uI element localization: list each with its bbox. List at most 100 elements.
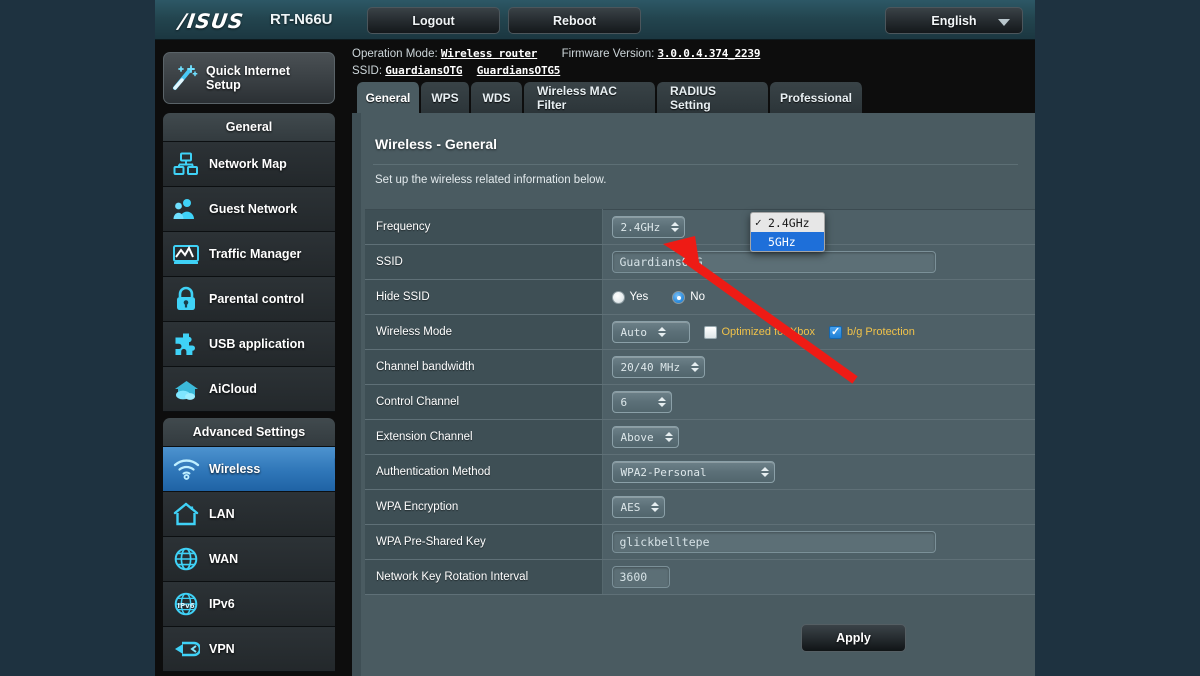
home-icon xyxy=(163,502,209,526)
table-row-authentication-method: Authentication Method WPA2-Personal xyxy=(365,455,1035,490)
lock-icon xyxy=(163,286,209,312)
tab-professional[interactable]: Professional xyxy=(770,82,863,113)
sidebar-item-label: Parental control xyxy=(209,292,304,306)
table-row-wpa-encryption: WPA Encryption AES xyxy=(365,490,1035,525)
table-row-ssid: SSID GuardiansOTG xyxy=(365,245,1035,280)
stepper-arrows-icon xyxy=(657,397,667,407)
reboot-button[interactable]: Reboot xyxy=(508,7,641,34)
frequency-option-2-4ghz[interactable]: ✓ 2.4GHz xyxy=(751,213,824,232)
apply-button[interactable]: Apply xyxy=(801,624,906,652)
table-row-channel-bandwidth: Channel bandwidth 20/40 MHz xyxy=(365,350,1035,385)
control-channel-select-value: 6 xyxy=(621,396,628,409)
asus-logo: /ISUS xyxy=(177,9,245,33)
operation-mode-value[interactable]: Wireless router xyxy=(441,47,537,60)
ipv6-globe-icon: IPv6 xyxy=(163,592,209,616)
svg-text:IPv6: IPv6 xyxy=(177,602,194,610)
firmware-value[interactable]: 3.0.0.4.374_2239 xyxy=(658,47,761,60)
sidebar-item-label: Wireless xyxy=(209,462,260,476)
table-row-extension-channel: Extension Channel Above xyxy=(365,420,1035,455)
extension-channel-select[interactable]: Above xyxy=(612,426,679,448)
sidebar-item-wan[interactable]: WAN xyxy=(163,537,335,582)
ssid-value-5ghz[interactable]: GuardiansOTG5 xyxy=(477,64,561,77)
extension-channel-label: Extension Channel xyxy=(365,420,602,455)
tab-bar: General WPS WDS Wireless MAC Filter RADI… xyxy=(352,80,1035,113)
optimized-for-xbox-checkbox[interactable] xyxy=(704,326,717,339)
wpa-encryption-select[interactable]: AES xyxy=(612,496,666,518)
control-channel-label: Control Channel xyxy=(365,385,602,420)
sidebar-item-parental-control[interactable]: Parental control xyxy=(163,277,335,322)
ssid-line: SSID: GuardiansOTG GuardiansOTG5 xyxy=(352,64,560,77)
channel-bandwidth-value-cell: 20/40 MHz xyxy=(602,350,1035,385)
tab-wds[interactable]: WDS xyxy=(471,82,523,113)
magic-wand-icon xyxy=(164,63,206,93)
frequency-select[interactable]: 2.4GHz xyxy=(612,216,686,238)
wpa-pre-shared-key-label: WPA Pre-Shared Key xyxy=(365,525,602,560)
hide-ssid-radio-no[interactable] xyxy=(672,291,685,304)
table-row-frequency: Frequency 2.4GHz xyxy=(365,210,1035,245)
sidebar-item-lan[interactable]: LAN xyxy=(163,492,335,537)
optimized-for-xbox-label: Optimized for Xbox xyxy=(722,326,816,338)
tab-general[interactable]: General xyxy=(357,82,420,113)
sidebar-item-traffic-manager[interactable]: Traffic Manager xyxy=(163,232,335,277)
traffic-manager-icon xyxy=(163,242,209,266)
sidebar-group-general-title: General xyxy=(163,113,335,142)
sidebar-item-label: Traffic Manager xyxy=(209,247,301,261)
authentication-method-label: Authentication Method xyxy=(365,455,602,490)
sidebar-item-label: USB application xyxy=(209,337,305,351)
frequency-option-5ghz[interactable]: ✓ 5GHz xyxy=(751,232,824,251)
sidebar-item-vpn[interactable]: VPN xyxy=(163,627,335,672)
sidebar-item-wireless[interactable]: Wireless xyxy=(163,447,335,492)
language-selector-label: English xyxy=(931,14,976,28)
ssid-label: SSID: xyxy=(352,65,382,77)
sidebar-item-label: IPv6 xyxy=(209,597,235,611)
control-channel-value-cell: 6 xyxy=(602,385,1035,420)
top-bar: /ISUS RT-N66U Logout Reboot English xyxy=(155,0,1035,40)
control-channel-select[interactable]: 6 xyxy=(612,391,672,413)
router-model-name: RT-N66U xyxy=(270,11,333,28)
sidebar-item-network-map[interactable]: Network Map xyxy=(163,142,335,187)
sidebar-item-label: LAN xyxy=(209,507,235,521)
sidebar-item-guest-network[interactable]: Guest Network xyxy=(163,187,335,232)
sidebar-item-label: AiCloud xyxy=(209,382,257,396)
wpa-encryption-select-value: AES xyxy=(621,501,641,514)
wireless-settings-table: Frequency 2.4GHz SSID Guard xyxy=(365,209,1035,595)
channel-bandwidth-select[interactable]: 20/40 MHz xyxy=(612,356,706,378)
title-divider xyxy=(373,164,1018,165)
sidebar-item-label: WAN xyxy=(209,552,238,566)
logout-button[interactable]: Logout xyxy=(367,7,500,34)
check-icon: ✓ xyxy=(755,216,768,229)
tab-wps[interactable]: WPS xyxy=(421,82,470,113)
ssid-value-24ghz[interactable]: GuardiansOTG xyxy=(385,64,462,77)
frequency-option-label: 5GHz xyxy=(768,235,796,249)
quick-internet-setup-button[interactable]: Quick Internet Setup xyxy=(163,52,335,104)
authentication-method-value-cell: WPA2-Personal xyxy=(602,455,1035,490)
wpa-pre-shared-key-input[interactable]: glickbelltepe xyxy=(612,531,936,553)
hide-ssid-radio-yes[interactable] xyxy=(612,291,625,304)
wpa-encryption-value-cell: AES xyxy=(602,490,1035,525)
sidebar-group-advanced: Advanced Settings Wireless xyxy=(163,418,335,672)
network-key-rotation-input[interactable]: 3600 xyxy=(612,566,670,588)
sidebar-item-usb-application[interactable]: USB application xyxy=(163,322,335,367)
settings-card: Wireless - General Set up the wireless r… xyxy=(361,113,1035,676)
hide-ssid-no-label: No xyxy=(690,291,705,303)
hide-ssid-value-cell: Yes No xyxy=(602,280,1035,315)
sidebar-group-general: General Network Map xyxy=(163,113,335,412)
puzzle-icon xyxy=(163,332,209,357)
tab-wireless-mac-filter[interactable]: Wireless MAC Filter xyxy=(524,82,656,113)
frequency-dropdown-menu: ✓ 2.4GHz ✓ 5GHz xyxy=(750,212,825,252)
language-selector[interactable]: English xyxy=(885,7,1023,34)
bg-protection-checkbox[interactable] xyxy=(829,326,842,339)
authentication-method-select-value: WPA2-Personal xyxy=(621,466,707,479)
authentication-method-select[interactable]: WPA2-Personal xyxy=(612,461,775,483)
table-row-control-channel: Control Channel 6 xyxy=(365,385,1035,420)
tab-radius-setting[interactable]: RADIUS Setting xyxy=(657,82,769,113)
ssid-input[interactable]: GuardiansOTG xyxy=(612,251,936,273)
sidebar-item-label: Guest Network xyxy=(209,202,297,216)
wireless-mode-select[interactable]: Auto xyxy=(612,321,690,343)
hide-ssid-yes-label: Yes xyxy=(630,291,649,303)
stepper-arrows-icon xyxy=(664,432,674,442)
sidebar-item-aicloud[interactable]: AiCloud xyxy=(163,367,335,412)
extension-channel-value-cell: Above xyxy=(602,420,1035,455)
sidebar-item-ipv6[interactable]: IPv6 IPv6 xyxy=(163,582,335,627)
channel-bandwidth-label: Channel bandwidth xyxy=(365,350,602,385)
